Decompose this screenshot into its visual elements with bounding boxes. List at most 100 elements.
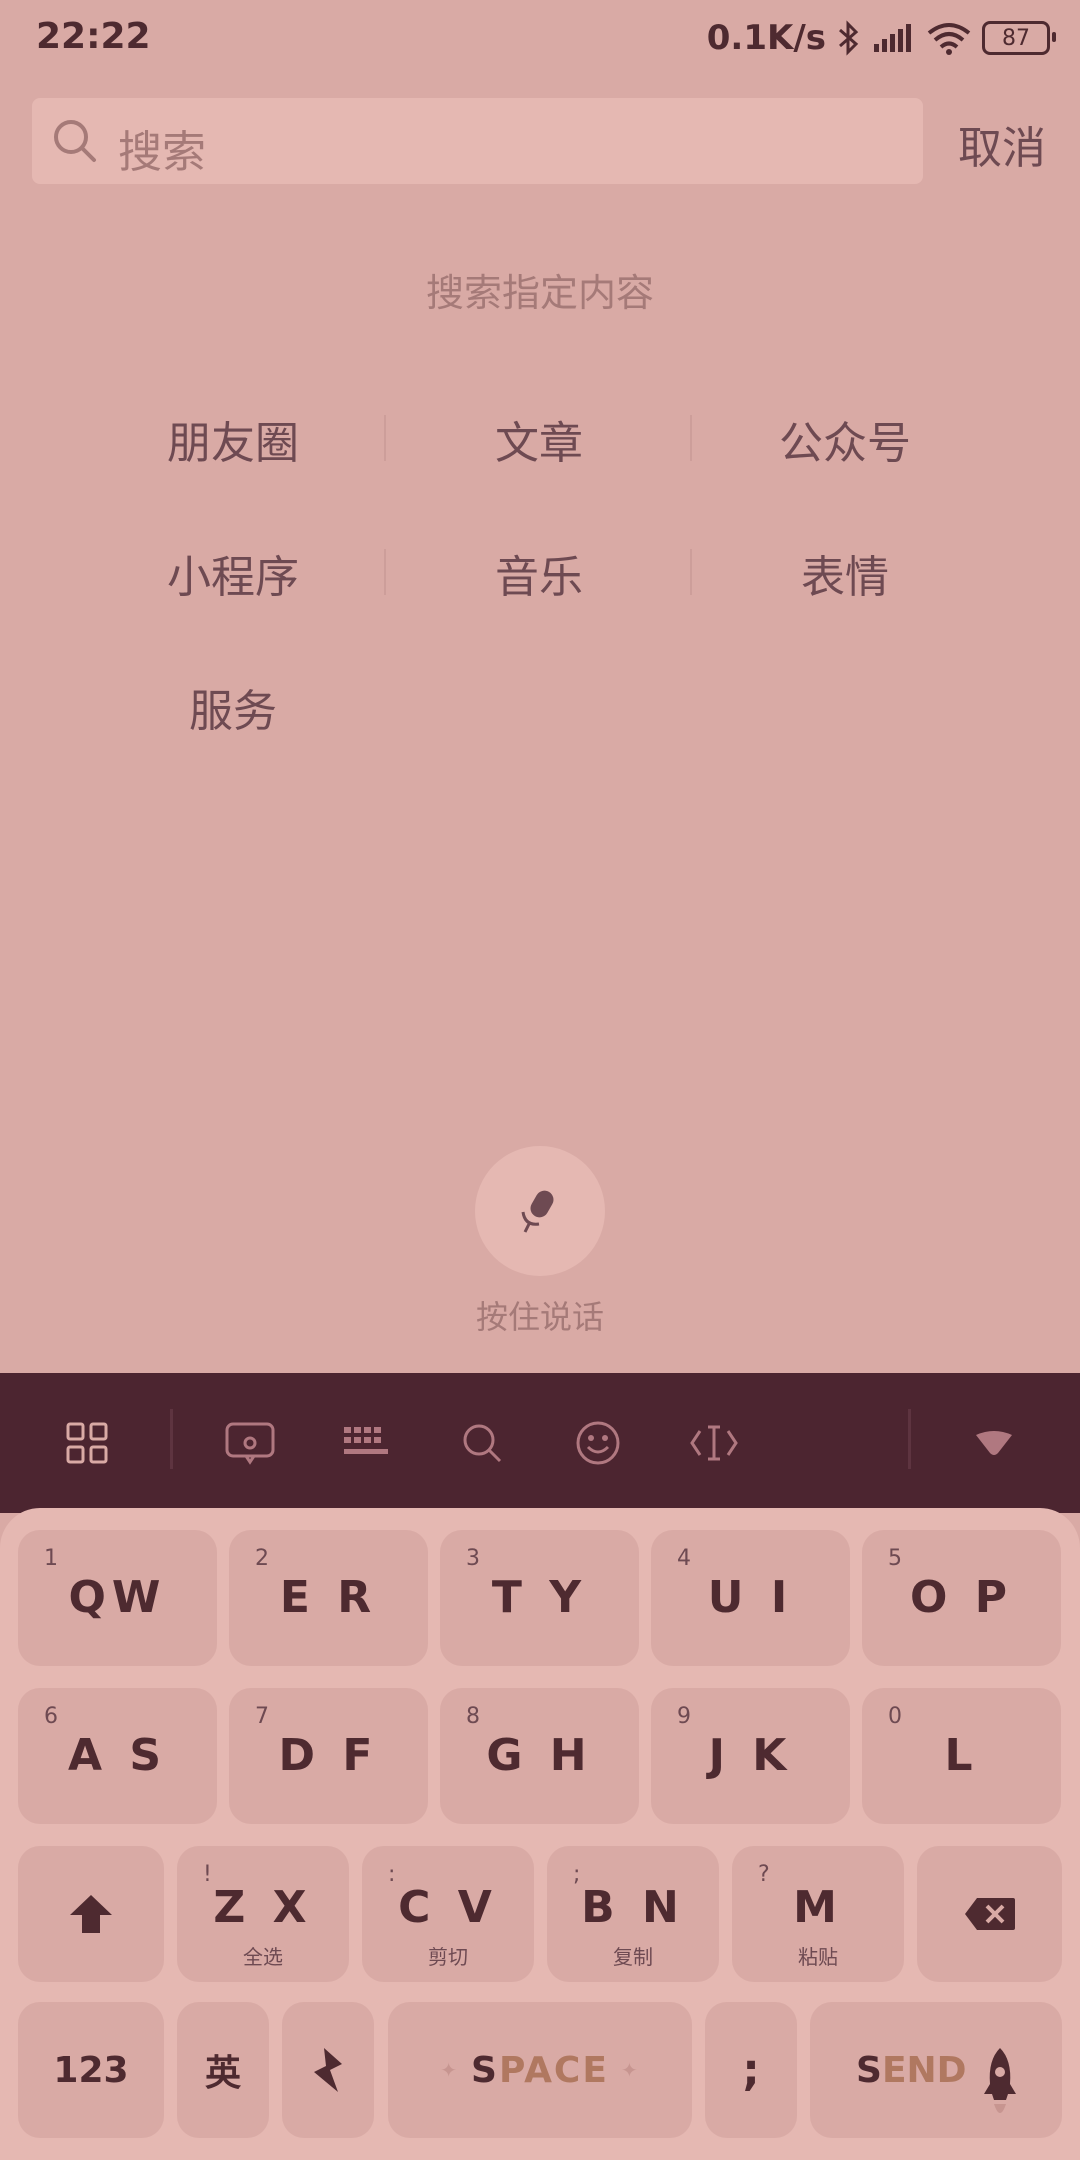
category-stickers[interactable]: 表情: [692, 541, 998, 605]
keyboard-toolbar: [0, 1373, 1080, 1513]
collapse-icon[interactable]: [964, 1413, 1024, 1473]
key-number: 1: [44, 1546, 58, 1571]
key-ty[interactable]: 3 T Y: [440, 1530, 639, 1666]
key-number: 5: [888, 1546, 902, 1571]
key-l[interactable]: 0 L: [862, 1688, 1061, 1824]
section-title: 搜索指定内容: [425, 271, 654, 315]
category-moments[interactable]: 朋友圈: [80, 407, 386, 471]
key-label: A S: [67, 1730, 168, 1781]
microphone-icon: [521, 1190, 554, 1233]
backspace-key[interactable]: [917, 1846, 1062, 1982]
apps-grid-icon[interactable]: [57, 1413, 117, 1473]
status-bar: 22:22 0.1K/s 87: [0, 0, 1080, 80]
network-speed: 0.1K/s: [706, 18, 826, 58]
send-label-rest: END: [881, 2049, 967, 2091]
category-row: 服务: [80, 640, 1000, 774]
category-articles[interactable]: 文章: [386, 407, 692, 471]
signal-icon: [874, 24, 911, 52]
search-placeholder: 搜索: [118, 127, 206, 178]
quick-action-key[interactable]: [282, 2002, 374, 2138]
toolbar-divider: [170, 1409, 173, 1469]
semicolon-label: ;: [742, 2044, 760, 2096]
numbers-label: 123: [53, 2049, 129, 2091]
backspace-icon: [917, 1846, 1062, 1982]
category-music[interactable]: 音乐: [386, 541, 692, 605]
key-label: G H: [486, 1730, 593, 1781]
key-cv[interactable]: : C V 剪切: [362, 1846, 534, 1982]
key-op[interactable]: 5 O P: [862, 1530, 1061, 1666]
key-label: D F: [278, 1730, 379, 1781]
shift-icon: [18, 1846, 164, 1982]
key-number: 9: [677, 1704, 691, 1729]
language-key[interactable]: 英: [177, 2002, 269, 2138]
key-label: J K: [708, 1730, 793, 1781]
key-label: B N: [581, 1882, 685, 1933]
space-label-s: S: [471, 2049, 499, 2091]
key-shortcut: 复制: [613, 1945, 653, 1969]
space-label: ✦ S PACE ✦: [440, 2049, 640, 2091]
key-number: 8: [466, 1704, 480, 1729]
key-number: 3: [466, 1546, 480, 1571]
key-gh[interactable]: 8 G H: [440, 1688, 639, 1824]
send-label-s: S: [856, 2049, 882, 2091]
status-right: 0.1K/s 87: [706, 16, 1056, 60]
send-key[interactable]: S END: [810, 2002, 1062, 2138]
voice-label: 按住说话: [475, 1298, 604, 1336]
search-icon[interactable]: [452, 1413, 512, 1473]
battery-indicator: 87: [982, 21, 1056, 55]
lightning-icon: [282, 2002, 374, 2138]
search-icon: [54, 120, 96, 162]
send-label: S END: [810, 2002, 1062, 2138]
status-time: 22:22: [36, 16, 151, 57]
key-zx[interactable]: ! Z X 全选: [177, 1846, 349, 1982]
key-er[interactable]: 2 E R: [229, 1530, 428, 1666]
key-label: QW: [68, 1572, 167, 1623]
key-m[interactable]: ? M 粘贴: [732, 1846, 904, 1982]
rocket-icon: [984, 2048, 1016, 2113]
key-shortcut: 剪切: [428, 1945, 468, 1969]
category-mini-programs[interactable]: 小程序: [80, 541, 386, 605]
key-label: U I: [707, 1572, 794, 1623]
key-number: 7: [255, 1704, 269, 1729]
key-label: O P: [910, 1572, 1013, 1623]
key-ui[interactable]: 4 U I: [651, 1530, 850, 1666]
space-key[interactable]: ✦ S PACE ✦: [388, 2002, 692, 2138]
search-input[interactable]: 搜索: [32, 98, 923, 184]
key-label: L: [944, 1730, 979, 1781]
key-jk[interactable]: 9 J K: [651, 1688, 850, 1824]
category-services[interactable]: 服务: [80, 675, 386, 739]
keyboard: 1 QW 2 E R 3 T Y 4 U I 5 O P 6 A S 7 D F…: [0, 1508, 1080, 2160]
language-label: 英: [204, 2053, 241, 2094]
key-number: 0: [888, 1704, 902, 1729]
category-grid: 朋友圈 文章 公众号 小程序 音乐 表情 服务: [80, 372, 1000, 774]
category-official-accounts[interactable]: 公众号: [692, 407, 998, 471]
voice-button[interactable]: [475, 1146, 605, 1276]
key-label: M: [793, 1882, 843, 1933]
toolbar-divider: [908, 1409, 911, 1469]
category-row: 小程序 音乐 表情: [80, 506, 1000, 640]
key-number: 4: [677, 1546, 691, 1571]
keyboard-icon[interactable]: [336, 1413, 396, 1473]
key-shortcut: 全选: [243, 1945, 283, 1969]
key-df[interactable]: 7 D F: [229, 1688, 428, 1824]
space-label-rest: PACE: [498, 2049, 609, 2091]
key-as[interactable]: 6 A S: [18, 1688, 217, 1824]
emoji-icon[interactable]: [568, 1413, 628, 1473]
sticker-icon[interactable]: [220, 1413, 280, 1473]
semicolon-key[interactable]: ;: [705, 2002, 797, 2138]
key-number: 6: [44, 1704, 58, 1729]
key-label: T Y: [491, 1572, 588, 1623]
key-qw[interactable]: 1 QW: [18, 1530, 217, 1666]
numbers-key[interactable]: 123: [18, 2002, 164, 2138]
key-number: 2: [255, 1546, 269, 1571]
key-bn[interactable]: ; B N 复制: [547, 1846, 719, 1982]
shift-key[interactable]: [18, 1846, 164, 1982]
category-row: 朋友圈 文章 公众号: [80, 372, 1000, 506]
bluetooth-icon: [839, 20, 859, 56]
key-label: C V: [398, 1882, 498, 1933]
cursor-icon[interactable]: [684, 1413, 744, 1473]
key-shortcut: 粘贴: [798, 1945, 838, 1969]
key-label: E R: [279, 1572, 378, 1623]
cancel-button[interactable]: 取消: [958, 112, 1046, 176]
wifi-icon: [927, 23, 971, 55]
